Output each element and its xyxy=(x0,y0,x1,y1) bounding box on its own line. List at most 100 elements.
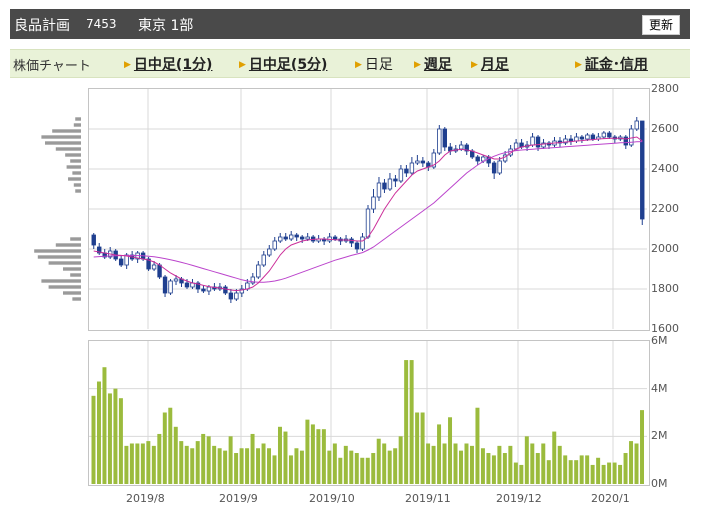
candle-body xyxy=(530,136,535,146)
volume-bar xyxy=(541,443,546,484)
volume-bar xyxy=(239,448,244,484)
volume-bar xyxy=(634,443,639,484)
volume-bar xyxy=(420,412,425,484)
volume-bar xyxy=(234,453,239,484)
volume-bar xyxy=(288,455,293,484)
volume-bar xyxy=(173,426,178,484)
volume-profile-bar xyxy=(70,237,81,241)
volume-bar xyxy=(168,407,173,484)
volume-tick-label: 4M xyxy=(651,381,668,395)
candle-body xyxy=(365,208,371,238)
volume-tick-label: 6M xyxy=(651,334,668,347)
volume-profile-bar xyxy=(48,285,81,289)
volume-bar xyxy=(376,438,381,484)
volume-bar xyxy=(365,457,370,484)
volume-profile-bar xyxy=(73,123,81,127)
volume-bar xyxy=(491,455,496,484)
volume-profile-bar xyxy=(70,273,81,277)
volume-bar xyxy=(475,407,480,484)
volume-bar xyxy=(502,453,507,484)
candle-body xyxy=(278,236,283,242)
candle-body xyxy=(568,138,574,142)
candle-body xyxy=(409,162,415,174)
candle-body xyxy=(640,120,645,220)
volume-profile-bar xyxy=(68,177,81,181)
volume-bar xyxy=(151,445,156,484)
volume-bar xyxy=(464,443,469,484)
date-tick-label: 2019/12 xyxy=(496,492,542,505)
volume-bar xyxy=(267,448,272,484)
volume-bar xyxy=(387,450,392,484)
date-tick-label: 2020/1 xyxy=(591,492,630,505)
volume-bar xyxy=(398,436,403,484)
volume-bar xyxy=(228,436,233,484)
volume-bar xyxy=(256,448,261,484)
volume-bar xyxy=(442,443,447,484)
candle-body xyxy=(261,254,266,266)
price-tick-label: 2400 xyxy=(651,162,679,175)
volume-profile-bar xyxy=(34,249,81,253)
volume-bar xyxy=(124,445,129,484)
volume-profile-bar xyxy=(75,189,81,193)
volume-bar xyxy=(316,429,321,484)
volume-bar xyxy=(453,443,458,484)
candle-body xyxy=(376,182,382,198)
volume-bar xyxy=(623,453,628,484)
candle-body xyxy=(162,276,168,294)
volume-bar xyxy=(601,464,606,484)
volume-profile-bar xyxy=(45,141,81,145)
candle-body xyxy=(574,136,579,142)
volume-bar xyxy=(179,441,184,484)
volume-bar xyxy=(91,395,96,484)
candle-body xyxy=(437,128,442,154)
volume-bar xyxy=(272,455,277,484)
candle-body xyxy=(398,168,404,182)
candle-body xyxy=(283,236,288,240)
chart-svg xyxy=(34,89,647,484)
candle-body xyxy=(118,258,124,266)
volume-bar xyxy=(157,433,162,484)
volume-bar xyxy=(206,436,211,484)
date-tick-label: 2019/8 xyxy=(126,492,165,505)
volume-profile-bar xyxy=(72,171,81,175)
candle-body xyxy=(256,264,261,278)
volume-profile-bar xyxy=(37,255,81,259)
candle-body xyxy=(151,264,157,270)
volume-bar xyxy=(190,448,195,484)
volume-bar xyxy=(486,453,491,484)
volume-bar xyxy=(612,462,617,484)
volume-bar xyxy=(530,443,535,484)
candle-body xyxy=(173,278,179,282)
volume-bar xyxy=(201,433,206,484)
candle-body xyxy=(360,236,365,250)
candle-body xyxy=(415,160,420,164)
volume-bar xyxy=(184,445,189,484)
candle-body xyxy=(272,240,277,250)
candle-body xyxy=(91,234,96,246)
candle-body xyxy=(184,282,190,288)
volume-profile-bar xyxy=(52,129,81,133)
candle-body xyxy=(590,134,596,140)
candle-body xyxy=(228,292,234,300)
volume-bar xyxy=(469,445,474,484)
volume-bar xyxy=(223,450,228,484)
volume-bar xyxy=(343,445,348,484)
candle-body xyxy=(382,182,387,190)
candle-body xyxy=(491,162,497,174)
volume-bar xyxy=(524,436,529,484)
volume-profile-bar xyxy=(63,291,81,295)
volume-bar xyxy=(283,431,288,484)
volume-bar xyxy=(552,431,557,484)
volume-bar xyxy=(459,450,463,484)
price-tick-label: 2600 xyxy=(651,122,679,135)
volume-profile-bar xyxy=(48,261,81,265)
volume-bar xyxy=(305,419,310,484)
candle-body xyxy=(168,280,173,294)
volume-bar xyxy=(212,445,217,484)
price-tick-label: 2000 xyxy=(651,242,679,255)
volume-bar xyxy=(129,443,134,484)
candle-body xyxy=(607,132,612,138)
volume-profile-bar xyxy=(66,165,81,169)
volume-profile-bar xyxy=(75,117,81,121)
volume-bar xyxy=(640,410,644,484)
